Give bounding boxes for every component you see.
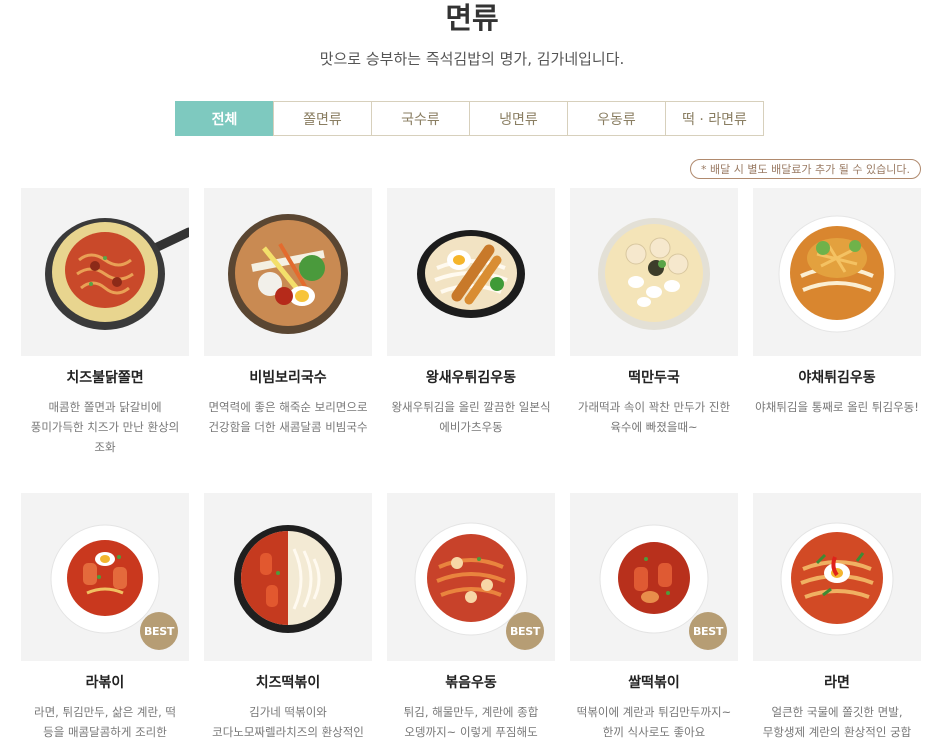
- menu-card[interactable]: BEST 라볶이 라면, 튀김만두, 삶은 계란, 떡 등을 매콤달콤하게 조리…: [21, 493, 189, 738]
- menu-card[interactable]: BEST 쌀떡볶이 떡볶이에 계란과 튀김만두까지~ 한끼 식사로도 좋아요: [570, 493, 738, 738]
- food-image[interactable]: [387, 188, 555, 356]
- veggie-udon-image: [778, 215, 896, 333]
- menu-card[interactable]: 치즈떡볶이 김가네 떡볶이와 코다노모짜렐라치즈의 환상적인 콜라보: [204, 493, 372, 738]
- menu-name[interactable]: 쌀떡볶이: [570, 674, 738, 692]
- menu-name[interactable]: 볶음우동: [387, 674, 555, 692]
- food-image[interactable]: [204, 493, 372, 661]
- tab-naengmyeon[interactable]: 냉면류: [469, 101, 568, 136]
- food-image[interactable]: [570, 188, 738, 356]
- menu-desc: 야채튀김을 통째로 올린 튀김우동!: [755, 400, 919, 414]
- menu-name[interactable]: 왕새우튀김우동: [387, 369, 555, 387]
- menu-card[interactable]: 치즈불닭쫄면 매콤한 쫄면과 닭갈비에 풍미가득한 치즈가 만난 환상의 조화: [21, 188, 189, 457]
- food-image[interactable]: [753, 188, 921, 356]
- menu-name[interactable]: 라면: [753, 674, 921, 692]
- menu-desc: 가래떡과 속이 꽉찬 만두가 진한 육수에 빠졌을때~: [577, 400, 731, 434]
- food-image[interactable]: [204, 188, 372, 356]
- page-subtitle: 맛으로 승부하는 즉석김밥의 명가, 김가네입니다.: [319, 50, 625, 68]
- menu-desc: 튀김, 해물만두, 계란에 종합 오뎅까지~ 이렇게 푸짐해도 되나요?: [403, 705, 539, 738]
- delivery-fee-notice: * 배달 시 별도 배달료가 추가 될 수 있습니다.: [689, 159, 921, 179]
- menu-desc: 매콤한 쫄면과 닭갈비에 풍미가득한 치즈가 만난 환상의 조화: [30, 400, 180, 454]
- menu-card[interactable]: 떡만두국 가래떡과 속이 꽉찬 만두가 진한 육수에 빠졌을때~: [570, 188, 738, 437]
- food-image[interactable]: BEST: [21, 493, 189, 661]
- cheese-tteokbokki-image: [234, 525, 342, 633]
- menu-desc: 라면, 튀김만두, 삶은 계란, 떡 등을 매콤달콤하게 조리한 볶음라면: [34, 705, 176, 738]
- bibim-dish-image: [228, 214, 348, 334]
- menu-name[interactable]: 라볶이: [21, 674, 189, 692]
- menu-card[interactable]: 왕새우튀김우동 왕새우튀김을 올린 깔끔한 일본식 에비가츠우동: [387, 188, 555, 437]
- menu-desc: 얼큰한 국물에 쫄깃한 면발, 무항생제 계란의 환상적인 궁합: [762, 705, 912, 738]
- tab-tteok-ramen[interactable]: 떡 · 라면류: [665, 101, 764, 136]
- tab-all[interactable]: 전체: [175, 101, 274, 136]
- menu-desc: 떡볶이에 계란과 튀김만두까지~ 한끼 식사로도 좋아요: [576, 705, 732, 738]
- food-image[interactable]: BEST: [570, 493, 738, 661]
- skillet-dish-image: [45, 218, 189, 330]
- category-tabs: 전체 쫄면류 국수류 냉면류 우동류 떡 · 라면류: [175, 101, 764, 136]
- best-badge: BEST: [689, 612, 727, 650]
- menu-name[interactable]: 비빔보리국수: [204, 369, 372, 387]
- food-image[interactable]: [753, 493, 921, 661]
- menu-desc: 김가네 떡볶이와 코다노모짜렐라치즈의 환상적인 콜라보: [212, 705, 364, 738]
- best-badge: BEST: [140, 612, 178, 650]
- menu-name[interactable]: 치즈떡볶이: [204, 674, 372, 692]
- best-badge: BEST: [506, 612, 544, 650]
- tab-guksu[interactable]: 국수류: [371, 101, 470, 136]
- menu-desc: 왕새우튀김을 올린 깔끔한 일본식 에비가츠우동: [391, 400, 551, 434]
- tab-jjolmyeon[interactable]: 쫄면류: [273, 101, 372, 136]
- menu-card[interactable]: 야채튀김우동 야채튀김을 통째로 올린 튀김우동!: [753, 188, 921, 417]
- menu-desc: 면역력에 좋은 해죽순 보리면으로 건강함을 더한 새콤달콤 비빔국수: [208, 400, 368, 434]
- ramen-image: [780, 522, 894, 636]
- food-image[interactable]: [21, 188, 189, 356]
- shrimp-udon-image: [417, 230, 525, 318]
- menu-name[interactable]: 치즈불닭쫄면: [21, 369, 189, 387]
- menu-name[interactable]: 야채튀김우동: [753, 369, 921, 387]
- menu-card[interactable]: 비빔보리국수 면역력에 좋은 해죽순 보리면으로 건강함을 더한 새콤달콤 비빔…: [204, 188, 372, 437]
- menu-card[interactable]: BEST 볶음우동 튀김, 해물만두, 계란에 종합 오뎅까지~ 이렇게 푸짐해…: [387, 493, 555, 738]
- food-image[interactable]: BEST: [387, 493, 555, 661]
- tab-udon[interactable]: 우동류: [567, 101, 666, 136]
- menu-card[interactable]: 라면 얼큰한 국물에 쫄깃한 면발, 무항생제 계란의 환상적인 궁합: [753, 493, 921, 738]
- dumpling-soup-image: [598, 218, 710, 330]
- menu-name[interactable]: 떡만두국: [570, 369, 738, 387]
- page-title: 면류: [445, 1, 499, 35]
